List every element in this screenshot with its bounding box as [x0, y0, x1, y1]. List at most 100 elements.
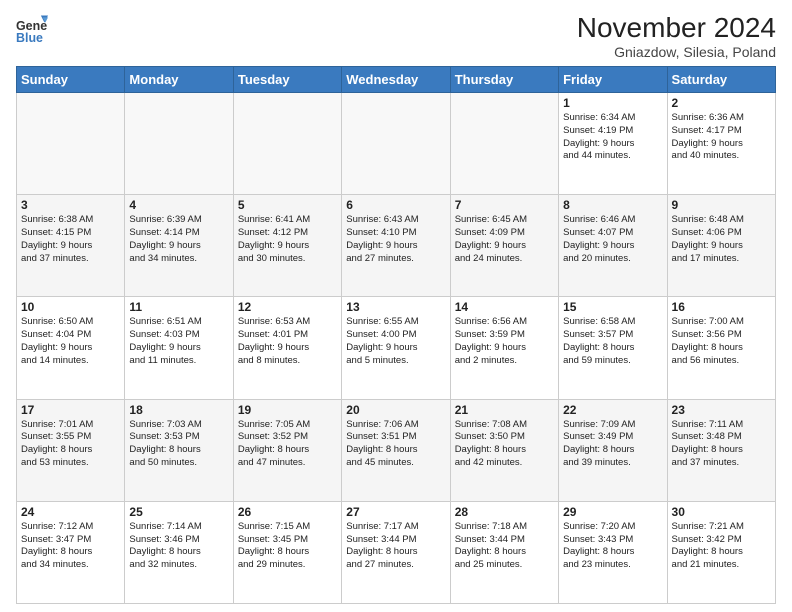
day-number: 7: [455, 198, 554, 212]
calendar-day: 5 Sunrise: 6:41 AMSunset: 4:12 PMDaylight…: [233, 195, 341, 297]
day-info: Sunrise: 7:11 AMSunset: 3:48 PMDaylight:…: [672, 419, 771, 470]
day-number: 26: [238, 505, 337, 519]
day-number: 13: [346, 300, 445, 314]
calendar-day: 23 Sunrise: 7:11 AMSunset: 3:48 PMDayligh…: [667, 399, 775, 501]
calendar-week-1: 1 Sunrise: 6:34 AMSunset: 4:19 PMDaylight…: [17, 93, 776, 195]
calendar-day: 2Sunrise: 6:36 AMSunset: 4:17 PMDaylight…: [667, 93, 775, 195]
day-info: Sunrise: 6:41 AMSunset: 4:12 PMDaylight:…: [238, 214, 337, 265]
calendar-day: [342, 93, 450, 195]
title-block: November 2024 Gniazdow, Silesia, Poland: [577, 12, 776, 60]
day-number: 27: [346, 505, 445, 519]
calendar-day: 27 Sunrise: 7:17 AMSunset: 3:44 PMDayligh…: [342, 501, 450, 603]
day-number: 16: [672, 300, 771, 314]
day-info: Sunrise: 7:12 AMSunset: 3:47 PMDaylight:…: [21, 521, 120, 572]
calendar-day: [17, 93, 125, 195]
calendar-day: 14Sunrise: 6:56 AMSunset: 3:59 PMDayligh…: [450, 297, 558, 399]
day-number: 9: [672, 198, 771, 212]
calendar-day: 8 Sunrise: 6:46 AMSunset: 4:07 PMDaylight…: [559, 195, 667, 297]
day-info: Sunrise: 6:39 AMSunset: 4:14 PMDaylight:…: [129, 214, 228, 265]
calendar-day: 15Sunrise: 6:58 AMSunset: 3:57 PMDayligh…: [559, 297, 667, 399]
calendar-header-friday: Friday: [559, 67, 667, 93]
calendar-header-sunday: Sunday: [17, 67, 125, 93]
calendar-day: 13 Sunrise: 6:55 AMSunset: 4:00 PMDayligh…: [342, 297, 450, 399]
day-info: Sunrise: 6:45 AMSunset: 4:09 PMDaylight:…: [455, 214, 554, 265]
day-number: 11: [129, 300, 228, 314]
day-number: 18: [129, 403, 228, 417]
calendar-day: 12 Sunrise: 6:53 AMSunset: 4:01 PMDayligh…: [233, 297, 341, 399]
calendar-day: 4 Sunrise: 6:39 AMSunset: 4:14 PMDaylight…: [125, 195, 233, 297]
calendar-day: 30 Sunrise: 7:21 AMSunset: 3:42 PMDayligh…: [667, 501, 775, 603]
day-number: 20: [346, 403, 445, 417]
calendar-day: [233, 93, 341, 195]
calendar-day: [450, 93, 558, 195]
header: General Blue November 2024 Gniazdow, Sil…: [16, 12, 776, 60]
calendar-day: 10Sunrise: 6:50 AMSunset: 4:04 PMDayligh…: [17, 297, 125, 399]
day-number: 1: [563, 96, 662, 110]
day-info: Sunrise: 7:06 AMSunset: 3:51 PMDaylight:…: [346, 419, 445, 470]
logo-icon: General Blue: [16, 12, 48, 44]
day-number: 17: [21, 403, 120, 417]
calendar-day: 19Sunrise: 7:05 AMSunset: 3:52 PMDayligh…: [233, 399, 341, 501]
calendar-day: 3 Sunrise: 6:38 AMSunset: 4:15 PMDaylight…: [17, 195, 125, 297]
day-info: Sunrise: 7:08 AMSunset: 3:50 PMDaylight:…: [455, 419, 554, 470]
day-number: 29: [563, 505, 662, 519]
day-number: 5: [238, 198, 337, 212]
month-title: November 2024: [577, 12, 776, 44]
calendar-week-4: 17Sunrise: 7:01 AMSunset: 3:55 PMDayligh…: [17, 399, 776, 501]
day-info: Sunrise: 7:20 AMSunset: 3:43 PMDaylight:…: [563, 521, 662, 572]
day-info: Sunrise: 6:48 AMSunset: 4:06 PMDaylight:…: [672, 214, 771, 265]
day-number: 12: [238, 300, 337, 314]
calendar-day: 17Sunrise: 7:01 AMSunset: 3:55 PMDayligh…: [17, 399, 125, 501]
day-info: Sunrise: 7:18 AMSunset: 3:44 PMDaylight:…: [455, 521, 554, 572]
day-info: Sunrise: 6:53 AMSunset: 4:01 PMDaylight:…: [238, 316, 337, 367]
calendar-day: 9 Sunrise: 6:48 AMSunset: 4:06 PMDaylight…: [667, 195, 775, 297]
day-info: Sunrise: 7:14 AMSunset: 3:46 PMDaylight:…: [129, 521, 228, 572]
day-number: 19: [238, 403, 337, 417]
calendar-header-tuesday: Tuesday: [233, 67, 341, 93]
calendar-day: 26Sunrise: 7:15 AMSunset: 3:45 PMDayligh…: [233, 501, 341, 603]
calendar-day: 11Sunrise: 6:51 AMSunset: 4:03 PMDayligh…: [125, 297, 233, 399]
calendar-week-2: 3 Sunrise: 6:38 AMSunset: 4:15 PMDaylight…: [17, 195, 776, 297]
calendar-header-saturday: Saturday: [667, 67, 775, 93]
day-number: 3: [21, 198, 120, 212]
calendar-header-monday: Monday: [125, 67, 233, 93]
day-number: 25: [129, 505, 228, 519]
day-number: 6: [346, 198, 445, 212]
calendar-week-5: 24 Sunrise: 7:12 AMSunset: 3:47 PMDayligh…: [17, 501, 776, 603]
day-number: 22: [563, 403, 662, 417]
calendar-header-thursday: Thursday: [450, 67, 558, 93]
day-info: Sunrise: 6:43 AMSunset: 4:10 PMDaylight:…: [346, 214, 445, 265]
calendar-day: [125, 93, 233, 195]
page: General Blue November 2024 Gniazdow, Sil…: [0, 0, 792, 612]
day-info: Sunrise: 6:34 AMSunset: 4:19 PMDaylight:…: [563, 112, 662, 163]
day-info: Sunrise: 6:55 AMSunset: 4:00 PMDaylight:…: [346, 316, 445, 367]
day-info: Sunrise: 7:17 AMSunset: 3:44 PMDaylight:…: [346, 521, 445, 572]
day-number: 28: [455, 505, 554, 519]
location: Gniazdow, Silesia, Poland: [577, 44, 776, 60]
day-number: 4: [129, 198, 228, 212]
day-number: 8: [563, 198, 662, 212]
day-number: 2: [672, 96, 771, 110]
day-info: Sunrise: 7:21 AMSunset: 3:42 PMDaylight:…: [672, 521, 771, 572]
calendar-day: 20 Sunrise: 7:06 AMSunset: 3:51 PMDayligh…: [342, 399, 450, 501]
logo: General Blue: [16, 12, 52, 44]
svg-text:Blue: Blue: [16, 31, 43, 44]
calendar-week-3: 10Sunrise: 6:50 AMSunset: 4:04 PMDayligh…: [17, 297, 776, 399]
day-info: Sunrise: 6:56 AMSunset: 3:59 PMDaylight:…: [455, 316, 554, 367]
calendar-table: SundayMondayTuesdayWednesdayThursdayFrid…: [16, 66, 776, 604]
calendar-day: 25 Sunrise: 7:14 AMSunset: 3:46 PMDayligh…: [125, 501, 233, 603]
day-number: 10: [21, 300, 120, 314]
day-info: Sunrise: 7:00 AMSunset: 3:56 PMDaylight:…: [672, 316, 771, 367]
day-info: Sunrise: 6:46 AMSunset: 4:07 PMDaylight:…: [563, 214, 662, 265]
calendar-day: 21Sunrise: 7:08 AMSunset: 3:50 PMDayligh…: [450, 399, 558, 501]
day-number: 23: [672, 403, 771, 417]
day-number: 30: [672, 505, 771, 519]
calendar-day: 16 Sunrise: 7:00 AMSunset: 3:56 PMDayligh…: [667, 297, 775, 399]
day-info: Sunrise: 6:38 AMSunset: 4:15 PMDaylight:…: [21, 214, 120, 265]
calendar-day: 28 Sunrise: 7:18 AMSunset: 3:44 PMDayligh…: [450, 501, 558, 603]
calendar-day: 18 Sunrise: 7:03 AMSunset: 3:53 PMDayligh…: [125, 399, 233, 501]
calendar-header-wednesday: Wednesday: [342, 67, 450, 93]
day-info: Sunrise: 7:03 AMSunset: 3:53 PMDaylight:…: [129, 419, 228, 470]
day-number: 24: [21, 505, 120, 519]
day-info: Sunrise: 6:58 AMSunset: 3:57 PMDaylight:…: [563, 316, 662, 367]
